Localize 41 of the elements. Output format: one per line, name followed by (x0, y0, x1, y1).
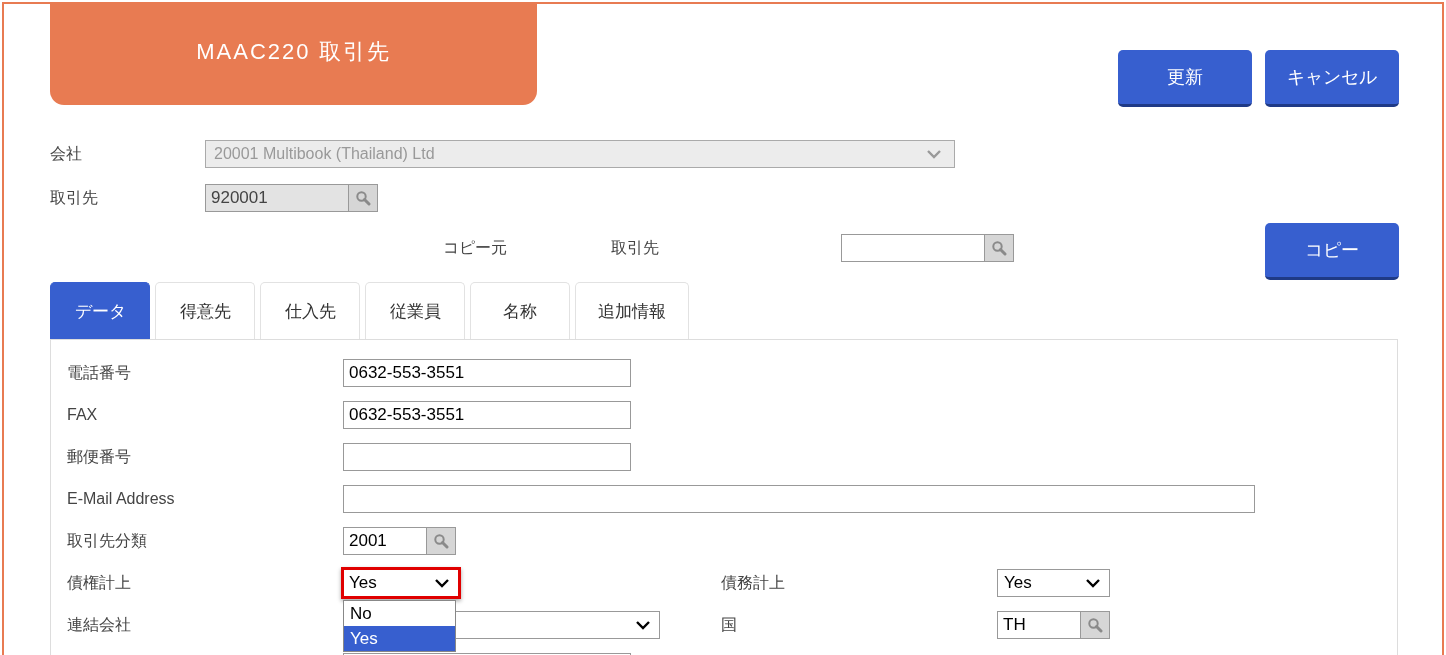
tab[interactable]: 名称 (470, 282, 570, 339)
tab[interactable]: データ (50, 282, 150, 339)
chevron-icon (926, 149, 942, 159)
search-icon (1087, 617, 1103, 633)
search-icon (991, 239, 1007, 256)
tab[interactable]: 追加情報 (575, 282, 689, 339)
field-label: 取引先 (50, 187, 99, 208)
input-field[interactable] (343, 485, 1255, 513)
field-label: 郵便番号 (67, 446, 132, 467)
tab[interactable]: 得意先 (155, 282, 255, 339)
lookup-field[interactable]: TH (997, 611, 1110, 639)
field-label: 取引先分類 (67, 530, 148, 551)
search-icon (433, 533, 449, 549)
chevron-icon (1085, 578, 1101, 588)
field-label: 国 (721, 614, 738, 635)
tab[interactable]: 従業員 (365, 282, 465, 339)
field-label: E-Mail Address (67, 490, 176, 508)
dropdown-option[interactable]: Yes (344, 626, 455, 651)
field-label: 債権計上 (67, 572, 132, 593)
page-title: MAAC220 取引先 (50, 4, 537, 105)
field-label: 会社 (50, 143, 83, 164)
input-field[interactable]: 0632-553-3551 (343, 401, 631, 429)
lookup-field[interactable] (841, 233, 1014, 262)
select-field[interactable]: Yes (341, 567, 461, 599)
lookup-field[interactable]: 2001 (343, 527, 456, 555)
copy-button[interactable]: コピー (1265, 223, 1399, 280)
input-field[interactable] (343, 443, 631, 471)
field-label: 債務計上 (721, 572, 786, 593)
field-label: 連結会社 (67, 614, 132, 635)
field-label: FAX (67, 406, 99, 424)
input-field[interactable]: 0632-553-3551 (343, 359, 631, 387)
chevron-icon (635, 620, 651, 630)
field-label: 電話番号 (67, 362, 132, 383)
chevron-icon (434, 578, 450, 588)
select-field[interactable]: Yes (997, 569, 1110, 597)
field-label: コピー元 (443, 238, 508, 258)
search-icon (355, 190, 371, 206)
action-button[interactable]: 更新 (1118, 50, 1252, 107)
action-button[interactable]: キャンセル (1265, 50, 1399, 107)
tab[interactable]: 仕入先 (260, 282, 360, 339)
field-label: 取引先 (611, 238, 660, 258)
